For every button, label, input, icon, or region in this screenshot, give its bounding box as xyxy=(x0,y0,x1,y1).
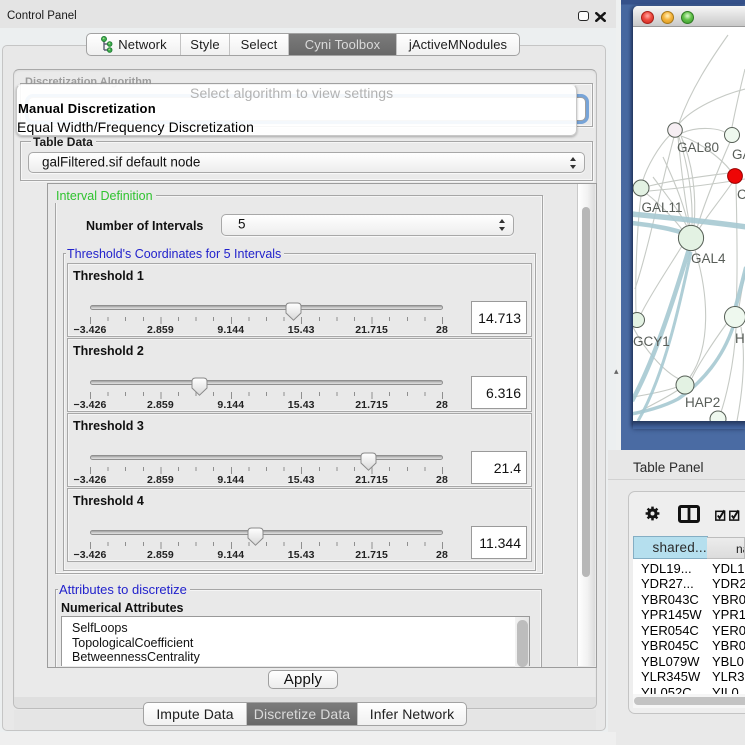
svg-text:GCY1: GCY1 xyxy=(633,334,670,349)
svg-text:GAL11: GAL11 xyxy=(642,200,683,215)
svg-text:C: C xyxy=(737,187,745,202)
svg-text:H: H xyxy=(735,331,745,346)
svg-text:HAP2: HAP2 xyxy=(685,395,720,410)
svg-text:GAL80: GAL80 xyxy=(677,140,719,155)
svg-text:GA: GA xyxy=(732,147,745,162)
svg-text:GAL4: GAL4 xyxy=(691,251,726,266)
